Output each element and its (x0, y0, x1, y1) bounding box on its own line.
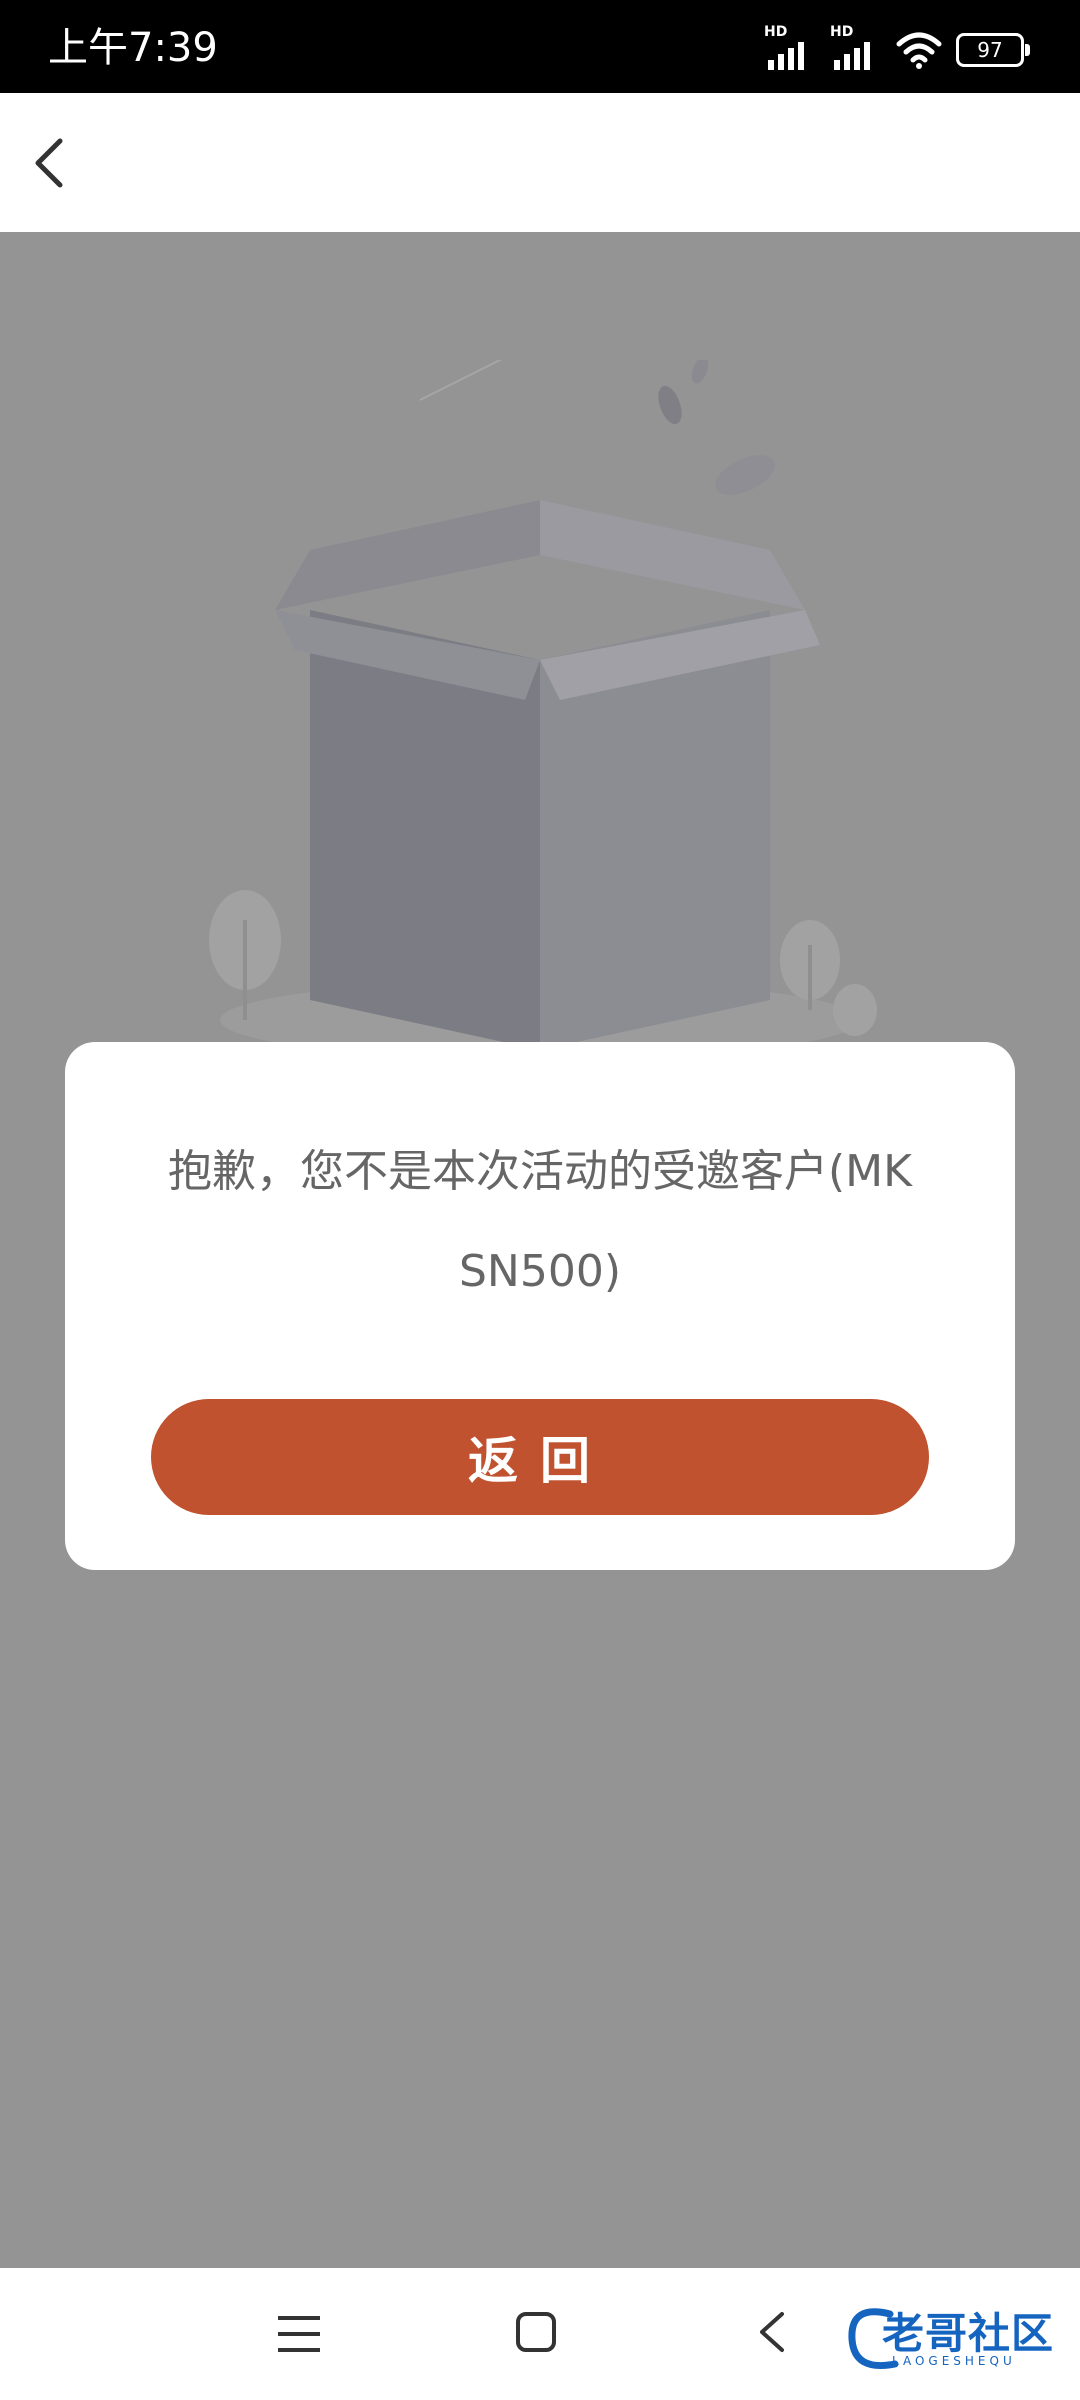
chevron-left-icon[interactable] (20, 123, 90, 203)
watermark-logo: 老哥社区 LAOGESHEQU (840, 2294, 1070, 2380)
watermark-text: 老哥社区 (882, 2309, 1055, 2358)
dialog-message: 抱歉，您不是本次活动的受邀客户(MKSN500) (168, 1146, 912, 1297)
menu-icon[interactable] (272, 2312, 326, 2356)
signal-icon: HD (764, 24, 816, 72)
battery-level: 97 (977, 38, 1003, 62)
home-icon[interactable] (512, 2308, 560, 2356)
alert-dialog: 抱歉，您不是本次活动的受邀客户(MKSN500) 返回 (65, 1042, 1015, 1570)
signal-icon: HD (830, 24, 882, 72)
app-bar (0, 93, 1080, 232)
battery-icon: 97 (956, 33, 1030, 67)
system-nav-bar: 老哥社区 LAOGESHEQU (0, 2268, 1080, 2400)
status-time: 上午7:39 (48, 25, 218, 71)
back-icon[interactable] (752, 2306, 792, 2358)
status-bar: 上午7:39 HD HD 97 (0, 0, 1080, 93)
wifi-icon (896, 32, 942, 69)
empty-box-illustration (209, 360, 877, 1060)
watermark-subtext: LAOGESHEQU (892, 2354, 1016, 2368)
return-button[interactable]: 返回 (151, 1399, 929, 1515)
status-icons: HD HD 97 (764, 24, 1030, 72)
signal-hd-label: HD (764, 24, 788, 40)
signal-hd-label: HD (830, 24, 854, 40)
